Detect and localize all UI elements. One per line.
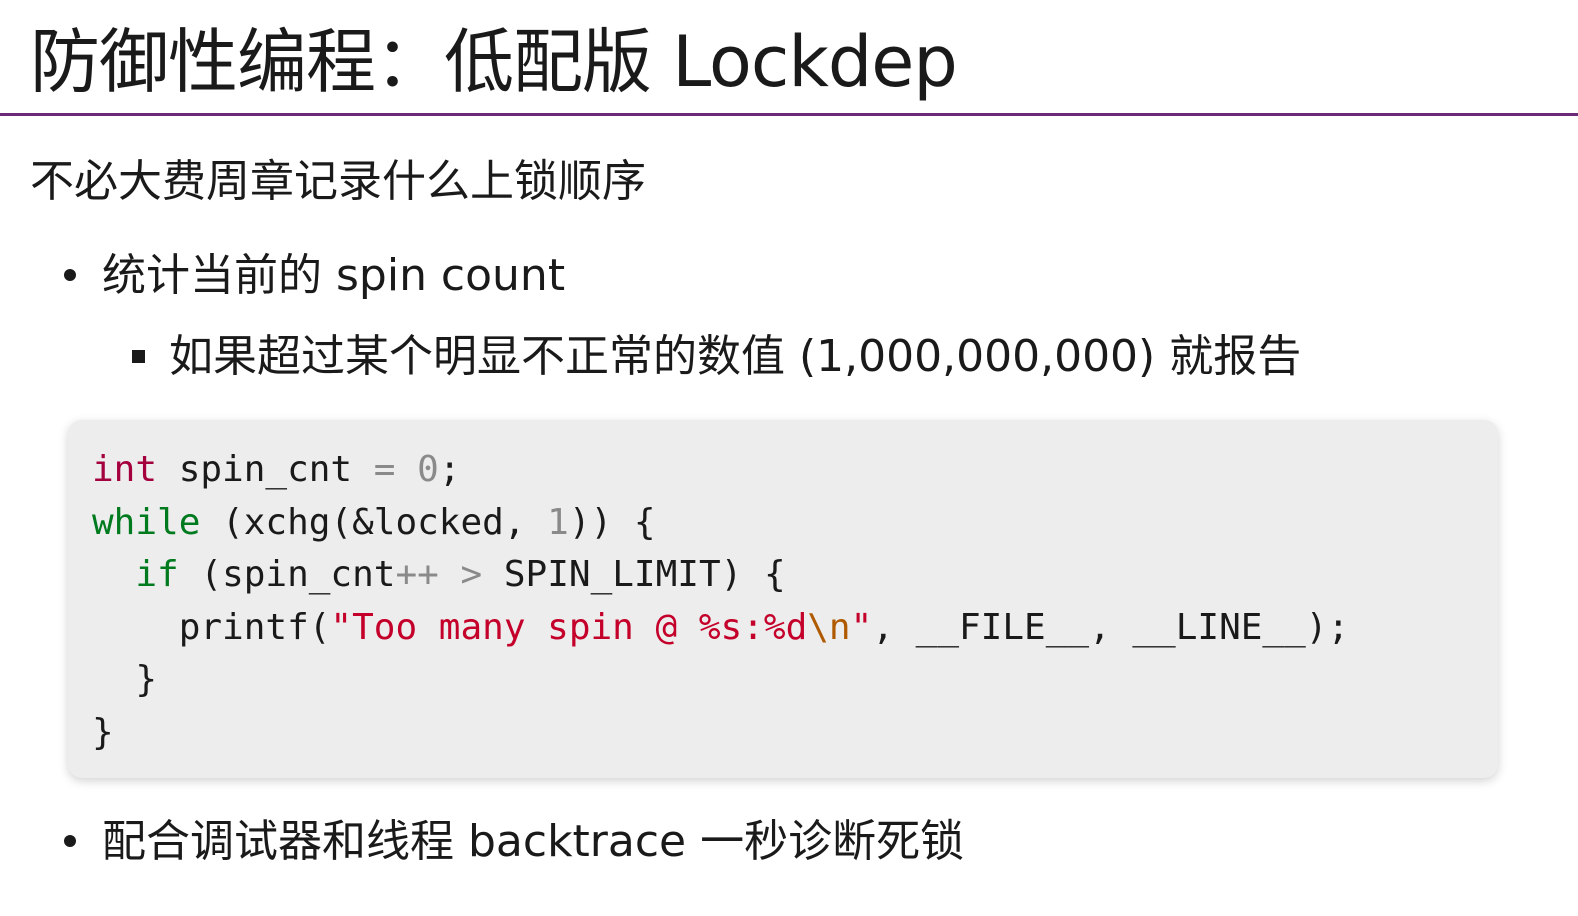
slide-title: 防御性编程：低配版 Lockdep: [30, 21, 958, 103]
code-line-2: while (xchg(&locked, 1)) {: [92, 501, 656, 543]
code-line-4: printf("Too many spin @ %s:%d\n", __FILE…: [92, 606, 1350, 648]
sub-bullet-report-text: 如果超过某个明显不正常的数值 (1,000,000,000) 就报告: [169, 331, 1302, 382]
sub-bullet-report: 如果超过某个明显不正常的数值 (1,000,000,000) 就报告: [132, 327, 1301, 387]
bullet-debugger-text: 配合调试器和线程 backtrace 一秒诊断死锁: [102, 816, 965, 867]
code-keyword: int: [92, 449, 158, 490]
bullet-dot-icon: [64, 269, 76, 281]
code-keyword: if: [135, 554, 179, 595]
code-keyword: while: [92, 501, 201, 543]
code-line-6: }: [92, 711, 114, 753]
code-block: int spin_cnt = 0; while (xchg(&locked, 1…: [68, 420, 1498, 778]
title-divider: [0, 113, 1578, 116]
bullet-dot-icon: [64, 835, 76, 847]
bullet-spin-count-text: 统计当前的 spin count: [102, 250, 566, 301]
code-line-5: }: [92, 659, 158, 700]
code-listing: int spin_cnt = 0; while (xchg(&locked, 1…: [92, 444, 1349, 759]
code-line-1: int spin_cnt = 0;: [92, 449, 461, 490]
bullet-square-icon: [132, 349, 145, 363]
bullet-debugger: 配合调试器和线程 backtrace 一秒诊断死锁: [64, 812, 964, 872]
code-line-3: if (spin_cnt++ > SPIN_LIMIT) {: [135, 554, 786, 595]
intro-text: 不必大费周章记录什么上锁顺序: [30, 156, 646, 207]
bullet-spin-count: 统计当前的 spin count: [64, 246, 565, 306]
code-string: "Too many spin @ %s:%d: [330, 606, 808, 648]
